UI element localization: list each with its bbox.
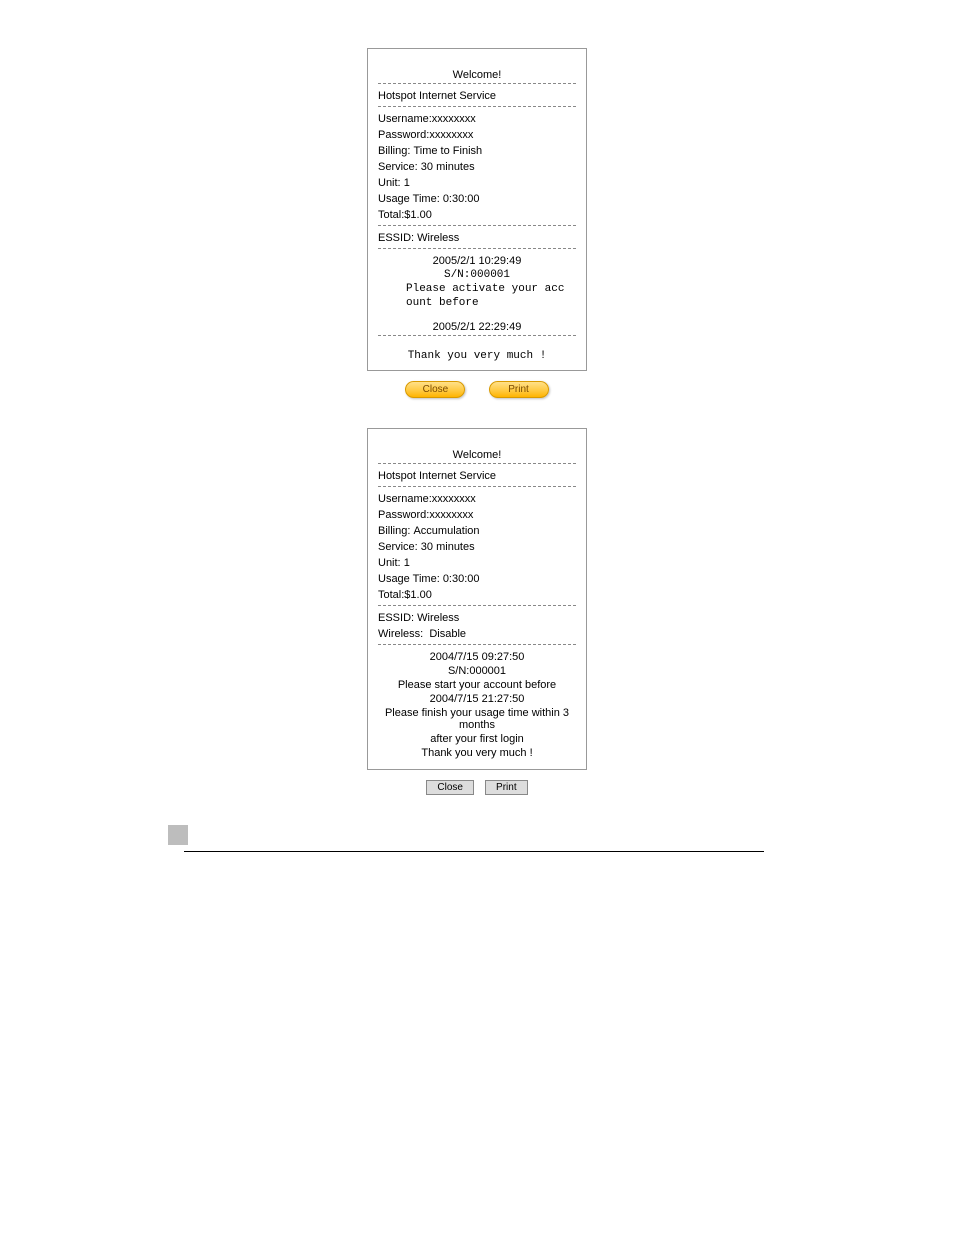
total-value: $1.00: [404, 209, 432, 221]
unit-value: 1: [404, 557, 410, 569]
total-value: $1.00: [404, 589, 432, 601]
divider: [378, 605, 576, 606]
service-line: Hotspot Internet Service: [378, 470, 576, 482]
usage-label: Usage Time:: [378, 193, 443, 205]
receipt-2-buttons: Close Print: [367, 780, 587, 795]
divider: [378, 335, 576, 336]
row-billing: Billing: Time to Finish: [378, 145, 576, 157]
timestamp-issued: 2004/7/15 09:27:50: [378, 651, 576, 663]
row-usage: Usage Time: 0:30:00: [378, 573, 576, 585]
password-value: xxxxxxxx: [429, 129, 473, 141]
username-value: xxxxxxxx: [432, 113, 476, 125]
row-service: Service: 30 minutes: [378, 161, 576, 173]
finish-line-2: after your first login: [378, 733, 576, 745]
receipt-1-box: Welcome! Hotspot Internet Service Userna…: [367, 48, 587, 371]
row-billing: Billing: Accumulation: [378, 525, 576, 537]
service-line: Hotspot Internet Service: [378, 90, 576, 102]
username-label: Username:: [378, 113, 432, 125]
timestamp-expire: 2004/7/15 21:27:50: [378, 693, 576, 705]
finish-line-1: Please finish your usage time within 3 m…: [378, 707, 576, 731]
timestamp-issued: 2005/2/1 10:29:49: [378, 255, 576, 267]
billing-label: Billing:: [378, 525, 413, 537]
close-button[interactable]: Close: [426, 780, 474, 795]
row-password: Password: xxxxxxxx: [378, 509, 576, 521]
gray-square-icon: [168, 825, 188, 845]
password-label: Password:: [378, 129, 429, 141]
wireless-value: Disable: [429, 628, 466, 640]
receipt-1-footer: 2005/2/1 10:29:49 S/N:000001 Please acti…: [378, 255, 576, 333]
billing-value: Time to Finish: [413, 145, 482, 157]
unit-label: Unit:: [378, 177, 404, 189]
thanks-message: Thank you very much !: [378, 747, 576, 759]
serial-number: S/N:000001: [378, 665, 576, 677]
billing-value: Accumulation: [413, 525, 479, 537]
essid-value: Wireless: [417, 612, 459, 624]
row-unit: Unit: 1: [378, 177, 576, 189]
row-total: Total: $1.00: [378, 209, 576, 221]
essid-label: ESSID:: [378, 612, 417, 624]
close-button[interactable]: Close: [405, 381, 465, 398]
service-value: 30 minutes: [421, 161, 475, 173]
billing-label: Billing:: [378, 145, 413, 157]
divider: [378, 225, 576, 226]
receipt-2-footer: 2004/7/15 09:27:50 S/N:000001 Please sta…: [378, 651, 576, 759]
row-essid: ESSID: Wireless: [378, 232, 576, 244]
print-button[interactable]: Print: [485, 780, 528, 795]
divider: [378, 83, 576, 84]
receipt-2: Welcome! Hotspot Internet Service Userna…: [367, 428, 587, 795]
activate-line-1: Please activate your acc: [378, 283, 576, 295]
receipt-1-buttons: Close Print: [367, 381, 587, 398]
divider: [378, 463, 576, 464]
username-label: Username:: [378, 493, 432, 505]
usage-value: 0:30:00: [443, 193, 480, 205]
row-wireless: Wireless: Disable: [378, 628, 576, 640]
username-value: xxxxxxxx: [432, 493, 476, 505]
thanks-message: Thank you very much !: [378, 350, 576, 362]
service-value: 30 minutes: [421, 541, 475, 553]
unit-label: Unit:: [378, 557, 404, 569]
start-before: Please start your account before: [378, 679, 576, 691]
divider: [378, 486, 576, 487]
row-service: Service: 30 minutes: [378, 541, 576, 553]
receipt-2-box: Welcome! Hotspot Internet Service Userna…: [367, 428, 587, 770]
service-label: Service:: [378, 541, 421, 553]
essid-label: ESSID:: [378, 232, 417, 244]
wireless-label: Wireless:: [378, 628, 429, 640]
receipt-2-title: Welcome!: [378, 449, 576, 461]
total-label: Total:: [378, 589, 404, 601]
password-label: Password:: [378, 509, 429, 521]
divider: [378, 248, 576, 249]
activate-line-2: ount before: [378, 297, 576, 309]
divider: [378, 106, 576, 107]
usage-value: 0:30:00: [443, 573, 480, 585]
usage-label: Usage Time:: [378, 573, 443, 585]
divider: [378, 644, 576, 645]
row-usage: Usage Time: 0:30:00: [378, 193, 576, 205]
serial-number: S/N:000001: [378, 269, 576, 281]
receipt-1: Welcome! Hotspot Internet Service Userna…: [367, 48, 587, 398]
service-label: Service:: [378, 161, 421, 173]
row-essid: ESSID: Wireless: [378, 612, 576, 624]
timestamp-expire: 2005/2/1 22:29:49: [378, 321, 576, 333]
row-total: Total: $1.00: [378, 589, 576, 601]
row-unit: Unit: 1: [378, 557, 576, 569]
print-button[interactable]: Print: [489, 381, 549, 398]
row-password: Password: xxxxxxxx: [378, 129, 576, 141]
essid-value: Wireless: [417, 232, 459, 244]
horizontal-rule: [184, 851, 764, 852]
receipt-1-title: Welcome!: [378, 69, 576, 81]
row-username: Username: xxxxxxxx: [378, 113, 576, 125]
row-username: Username: xxxxxxxx: [378, 493, 576, 505]
unit-value: 1: [404, 177, 410, 189]
total-label: Total:: [378, 209, 404, 221]
password-value: xxxxxxxx: [429, 509, 473, 521]
